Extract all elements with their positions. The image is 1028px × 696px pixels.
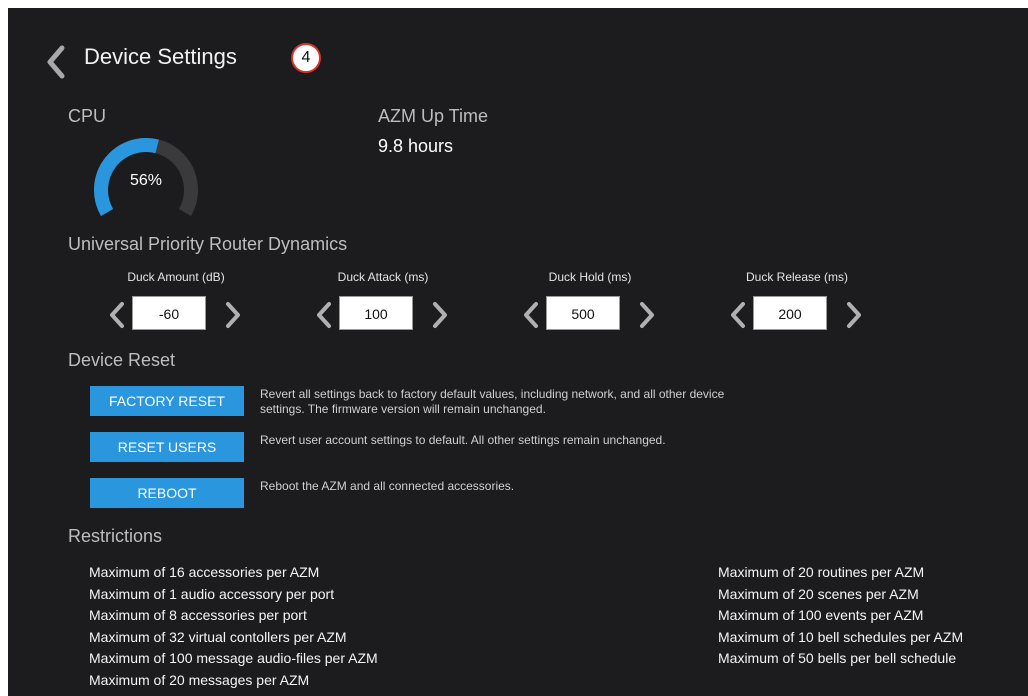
restriction-item: Maximum of 20 routines per AZM: [718, 564, 925, 580]
duck-hold-input[interactable]: 500: [546, 296, 620, 330]
restriction-item: Maximum of 8 accessories per port: [89, 607, 307, 624]
duck-amount-control: Duck Amount (dB) -60: [106, 270, 246, 330]
factory-reset-description-line1: Revert all settings back to factory defa…: [260, 387, 725, 401]
device-settings-panel: Device Settings 4 CPU 56% AZM Up Time 9.…: [8, 8, 1028, 696]
restriction-item: Maximum of 50 bells per bell schedule: [718, 650, 957, 667]
upr-section-title: Universal Priority Router Dynamics: [68, 234, 348, 254]
restriction-item: Maximum of 16 accessories per AZM: [89, 564, 320, 580]
duck-release-increase-icon[interactable]: [843, 300, 865, 330]
uptime-label: AZM Up Time: [378, 106, 489, 126]
duck-attack-input[interactable]: 100: [339, 296, 413, 330]
cpu-label: CPU: [68, 106, 107, 126]
restrictions-left-list: Maximum of 16 accessories per AZM Maximu…: [89, 562, 378, 692]
duck-release-control: Duck Release (ms) 200: [727, 270, 867, 330]
duck-hold-decrease-icon[interactable]: [520, 300, 542, 330]
restriction-item: Maximum of 100 events per AZM: [718, 607, 924, 624]
restriction-item: Maximum of 10 bell schedules per AZM: [718, 628, 964, 645]
cpu-percent-text: 56%: [129, 172, 163, 189]
duck-attack-increase-icon[interactable]: [429, 300, 451, 330]
step-badge: 4: [291, 43, 321, 73]
duck-amount-increase-icon[interactable]: [222, 300, 244, 330]
factory-reset-button[interactable]: FACTORY RESET: [90, 386, 244, 416]
reboot-description: Reboot the AZM and all connected accesso…: [260, 479, 515, 493]
device-reset-title: Device Reset: [68, 350, 176, 370]
restriction-item: Maximum of 100 message audio-files per A…: [89, 650, 378, 667]
duck-hold-label: Duck Hold (ms): [548, 270, 632, 284]
duck-attack-control: Duck Attack (ms) 100: [313, 270, 453, 330]
restrictions-title: Restrictions: [68, 526, 163, 546]
restriction-item: Maximum of 20 messages per AZM: [89, 671, 310, 688]
restriction-item: Maximum of 32 virtual contollers per AZM: [89, 628, 347, 645]
duck-amount-decrease-icon[interactable]: [106, 300, 128, 330]
duck-release-decrease-icon[interactable]: [727, 300, 749, 330]
reboot-button[interactable]: REBOOT: [90, 478, 244, 508]
uptime-value: 9.8 hours: [378, 136, 454, 156]
back-chevron-icon[interactable]: [44, 42, 70, 82]
duck-attack-decrease-icon[interactable]: [313, 300, 335, 330]
duck-attack-label: Duck Attack (ms): [337, 270, 429, 284]
duck-amount-input[interactable]: -60: [132, 296, 206, 330]
duck-amount-label: Duck Amount (dB): [127, 270, 225, 284]
page-title: Device Settings: [84, 44, 237, 69]
duck-release-input[interactable]: 200: [753, 296, 827, 330]
restriction-item: Maximum of 20 scenes per AZM: [718, 585, 919, 602]
reset-users-description: Revert user account settings to default.…: [260, 433, 666, 447]
duck-release-label: Duck Release (ms): [745, 270, 849, 284]
duck-hold-increase-icon[interactable]: [636, 300, 658, 330]
duck-hold-control: Duck Hold (ms) 500: [520, 270, 660, 330]
factory-reset-description: Revert all settings back to factory defa…: [260, 387, 800, 417]
factory-reset-description-line2: settings. The firmware version will rema…: [260, 402, 546, 416]
restrictions-right-list: Maximum of 20 routines per AZM Maximum o…: [718, 562, 963, 670]
restriction-item: Maximum of 1 audio accessory per port: [89, 585, 335, 602]
reset-users-button[interactable]: RESET USERS: [90, 432, 244, 462]
